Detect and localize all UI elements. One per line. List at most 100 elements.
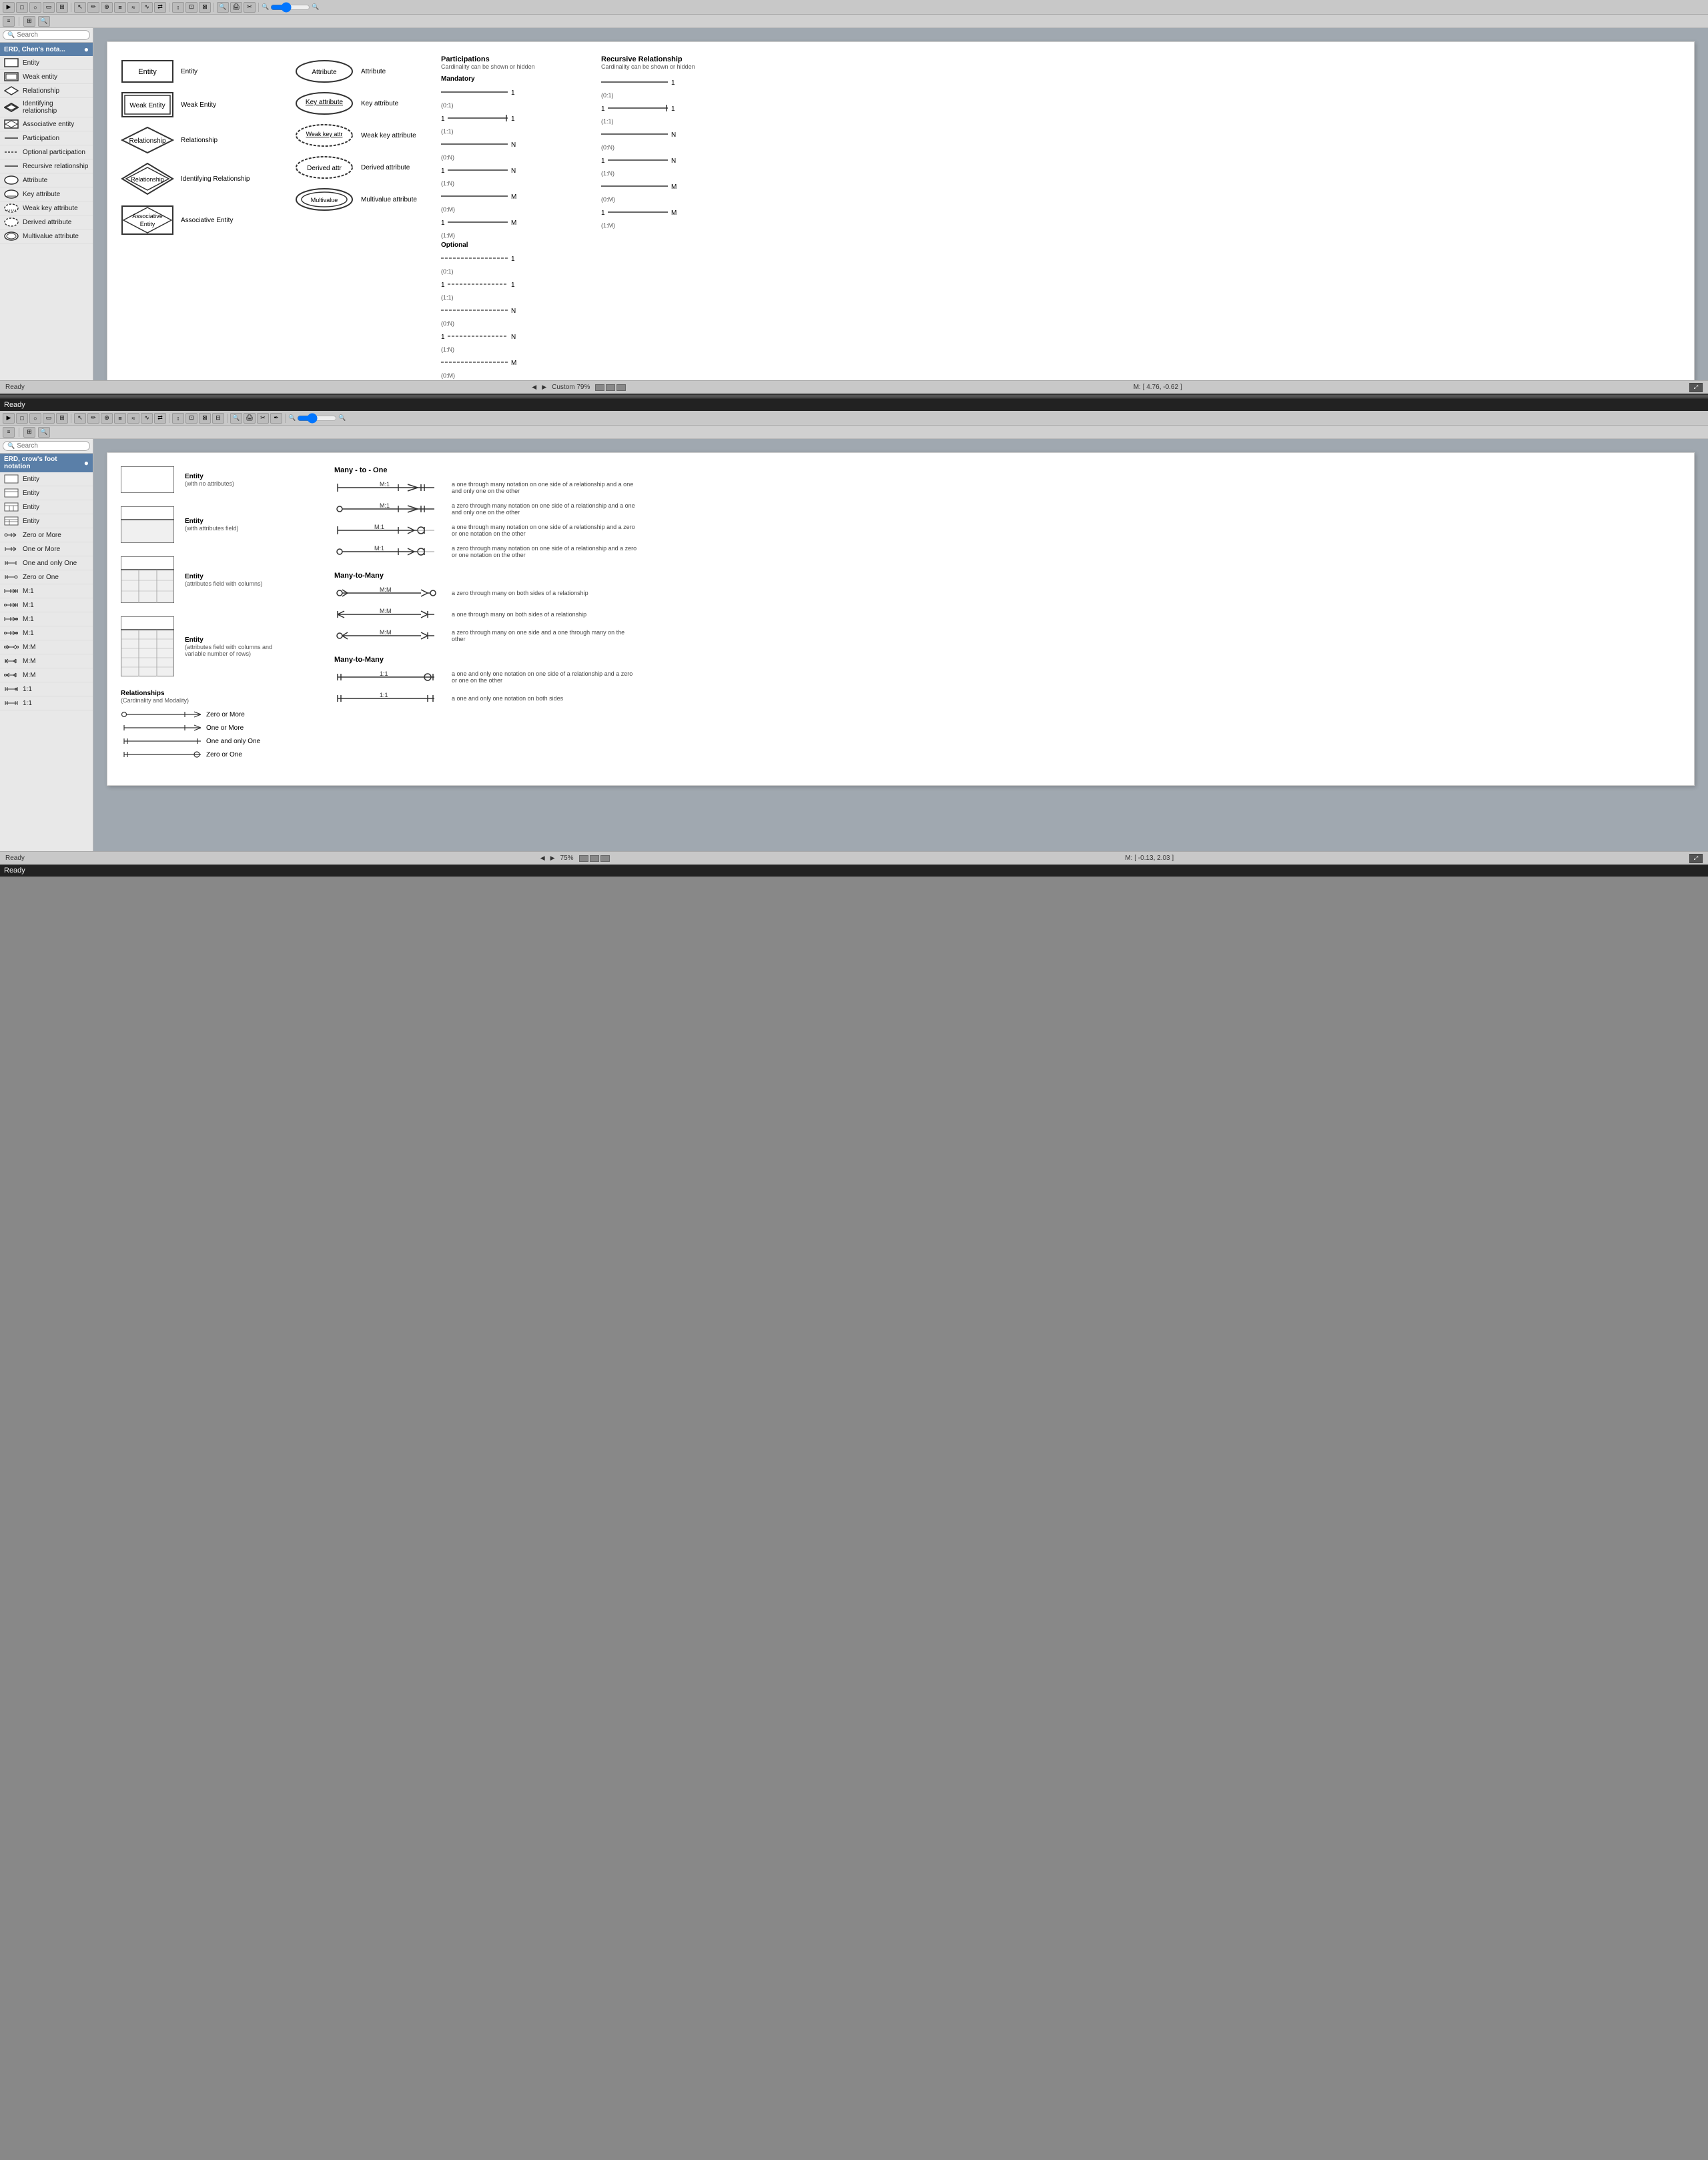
toolbar2-search[interactable]: 🔍 — [38, 16, 50, 27]
cf-toolbar-btn-20[interactable]: ✒ — [270, 413, 282, 424]
sidebar-item-multivalue-attr[interactable]: Multivalue attribute — [0, 229, 93, 243]
toolbar2-btn1[interactable]: ≡ — [3, 16, 15, 27]
toolbar-btn-14[interactable]: ⊡ — [185, 2, 197, 13]
coordinates-top: M: [ 4.76, -0.62 ] — [1134, 384, 1182, 391]
toolbar-btn-6[interactable]: ↖ — [74, 2, 86, 13]
cf-sidebar-11-2[interactable]: 1:1 — [0, 696, 93, 710]
sidebar-item-entity[interactable]: Entity — [0, 56, 93, 70]
cf-one-only-rel-label: One and only One — [206, 738, 260, 745]
cf-entity-cols-sub: (attributes field with columns) — [185, 580, 263, 587]
toolbar-btn-13[interactable]: ↕ — [172, 2, 184, 13]
toolbar-btn-12[interactable]: ⇄ — [154, 2, 166, 13]
cf-toolbar-btn-4[interactable]: ▭ — [43, 413, 55, 424]
sidebar-label-weak-entity: Weak entity — [23, 73, 57, 81]
cf-toolbar-btn-9[interactable]: ≡ — [114, 413, 126, 424]
cf-sidebar-entity4[interactable]: Entity — [0, 514, 93, 528]
cf-toolbar-btn-12[interactable]: ⇄ — [154, 413, 166, 424]
zoom-slider[interactable] — [270, 2, 310, 13]
cf-toolbar-btn-1[interactable]: ▶ — [3, 413, 15, 424]
one-one-desc-1: a one and only one notation on one side … — [452, 670, 638, 684]
cf-toolbar-btn-17[interactable]: 🔍 — [230, 413, 242, 424]
cf-toolbar-btn-8[interactable]: ⊕ — [101, 413, 113, 424]
cf-toolbar-btn-3[interactable]: ○ — [29, 413, 41, 424]
toolbar-btn-17[interactable]: 🖨 — [230, 2, 242, 13]
search-box-top[interactable]: 🔍 — [3, 30, 90, 40]
cf-zoom-slider[interactable] — [297, 413, 337, 424]
sidebar-close-top[interactable]: ● — [84, 45, 89, 54]
toolbar-btn-3[interactable]: ○ — [29, 2, 41, 13]
sidebar-item-key-attr[interactable]: Key attribute — [0, 187, 93, 201]
toolbar-btn-7[interactable]: ✏ — [87, 2, 99, 13]
search-box-bottom[interactable]: 🔍 — [3, 441, 90, 451]
cf-toolbar-btn-5[interactable]: ⊞ — [56, 413, 68, 424]
rec-line-1m: 1M — [601, 205, 688, 219]
cf-sidebar-mm-1[interactable]: M:M — [0, 640, 93, 654]
cf-toolbar-btn-7[interactable]: ✏ — [87, 413, 99, 424]
cf-sidebar-m1-3[interactable]: M:1 — [0, 612, 93, 626]
cf-sidebar-entity2[interactable]: Entity — [0, 486, 93, 500]
cf-zero-one-icon — [4, 572, 19, 582]
toolbar-btn-10[interactable]: ≈ — [127, 2, 139, 13]
toolbar-btn-15[interactable]: ⊠ — [199, 2, 211, 13]
cf-sidebar-m1-4[interactable]: M:1 — [0, 626, 93, 640]
cf-sidebar-mm-3[interactable]: M:M — [0, 668, 93, 682]
cf-toolbar-btn-15[interactable]: ⊠ — [199, 413, 211, 424]
cf-toolbar-btn-16[interactable]: ⊟ — [212, 413, 224, 424]
sidebar-item-attribute[interactable]: Attribute — [0, 173, 93, 187]
sidebar-item-assoc-entity[interactable]: Associative entity — [0, 117, 93, 131]
cf-toolbar2-btn1[interactable]: ≡ — [3, 427, 15, 438]
sidebar-item-weak-key-attr[interactable]: Weak key attribute — [0, 201, 93, 215]
zoom-label-top: Custom 79% — [552, 384, 590, 391]
cf-toolbar-btn-19[interactable]: ✂ — [257, 413, 269, 424]
svg-text:M:1: M:1 — [374, 524, 384, 530]
cf-fullscreen-btn[interactable]: ⤢ — [1689, 854, 1703, 863]
cf-sidebar-label-11-1: 1:1 — [23, 686, 32, 693]
sidebar-item-derived-attr[interactable]: Derived attribute — [0, 215, 93, 229]
cf-sidebar-m1-1[interactable]: M:1 — [0, 584, 93, 598]
toolbar-btn-1[interactable]: ▶ — [3, 2, 15, 13]
toolbar-btn-4[interactable]: ▭ — [43, 2, 55, 13]
cf-sidebar-one-only[interactable]: One and only One — [0, 556, 93, 570]
cf-toolbar-btn-10[interactable]: ≈ — [127, 413, 139, 424]
canvas-bottom[interactable]: Entity (with no attributes) Entity (with… — [93, 439, 1708, 851]
cf-toolbar-btn-13[interactable]: ↕ — [172, 413, 184, 424]
cf-sidebar-mm-2[interactable]: M:M — [0, 654, 93, 668]
toolbar-btn-2[interactable]: □ — [16, 2, 28, 13]
cf-sidebar-one-more[interactable]: One or More — [0, 542, 93, 556]
sidebar-close-bottom[interactable]: ● — [84, 458, 89, 468]
cf-sidebar-entity3[interactable]: Entity — [0, 500, 93, 514]
toolbar2-grid[interactable]: ⊞ — [23, 16, 35, 27]
cf-toolbar2-search[interactable]: 🔍 — [38, 427, 50, 438]
toolbar-btn-18[interactable]: ✂ — [244, 2, 256, 13]
search-input-bottom[interactable] — [17, 442, 85, 450]
canvas-top[interactable]: Entity Entity Weak Entity Weak Entity R — [93, 28, 1708, 380]
sidebar-item-optional-part[interactable]: Optional participation — [0, 145, 93, 159]
cf-sidebar-zero-one[interactable]: Zero or One — [0, 570, 93, 584]
cf-sidebar-11-1[interactable]: 1:1 — [0, 682, 93, 696]
toolbar-btn-5[interactable]: ⊞ — [56, 2, 68, 13]
cf-toolbar-btn-14[interactable]: ⊡ — [185, 413, 197, 424]
cf-sidebar-m1-2[interactable]: M:1 — [0, 598, 93, 612]
sidebar-item-relationship[interactable]: Relationship — [0, 84, 93, 98]
cf-toolbar-btn-6[interactable]: ↖ — [74, 413, 86, 424]
fullscreen-btn[interactable]: ⤢ — [1689, 383, 1703, 392]
toolbar-btn-9[interactable]: ≡ — [114, 2, 126, 13]
cf-toolbar-btn-2[interactable]: □ — [16, 413, 28, 424]
toolbar-btn-8[interactable]: ⊕ — [101, 2, 113, 13]
cf-sidebar-entity1[interactable]: Entity — [0, 472, 93, 486]
search-input-top[interactable] — [17, 31, 85, 39]
cf-sidebar-zero-more[interactable]: Zero or More — [0, 528, 93, 542]
cf-toolbar2-grid[interactable]: ⊞ — [23, 427, 35, 438]
svg-text:1: 1 — [601, 157, 605, 165]
sidebar-item-identifying-rel[interactable]: Identifying relationship — [0, 98, 93, 117]
cf-toolbar-btn-11[interactable]: ∿ — [141, 413, 153, 424]
cf-toolbar-btn-18[interactable]: 🖨 — [244, 413, 256, 424]
sidebar-item-weak-entity[interactable]: Weak entity — [0, 70, 93, 84]
toolbar-btn-11[interactable]: ∿ — [141, 2, 153, 13]
opt-line-svg-1n: N — [441, 304, 528, 317]
sidebar-item-recursive-rel[interactable]: Recursive relationship — [0, 159, 93, 173]
toolbar-btn-16[interactable]: 🔍 — [217, 2, 229, 13]
cf-entity1-icon — [4, 474, 19, 484]
sidebar-item-participation[interactable]: Participation — [0, 131, 93, 145]
ready-text-top: Ready — [4, 401, 25, 409]
